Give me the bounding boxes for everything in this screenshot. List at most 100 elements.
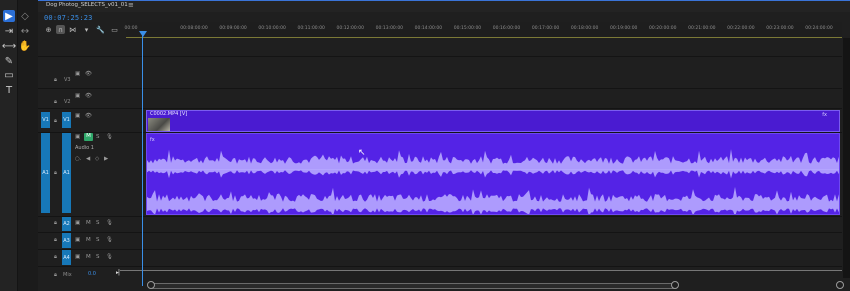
solo-button[interactable]: S: [96, 220, 100, 226]
solo-button[interactable]: S: [96, 254, 100, 260]
track-separator: [38, 266, 842, 267]
vertical-scroll-handle[interactable]: [836, 281, 844, 289]
hamburger-menu-icon[interactable]: ≡: [128, 1, 134, 9]
selection-tool-icon[interactable]: ▶: [3, 10, 15, 22]
lock-icon[interactable]: 🔒︎: [54, 170, 57, 177]
scroll-handle-right[interactable]: [671, 281, 679, 289]
captions-icon[interactable]: ▭: [110, 25, 119, 34]
sync-lock-icon[interactable]: ▣: [75, 93, 80, 99]
eye-icon[interactable]: 👁︎: [85, 71, 92, 77]
mix-volume-value[interactable]: 0.0: [88, 271, 96, 277]
ruler-tick-label: 00:13:00:00: [375, 26, 404, 31]
playhead-timecode[interactable]: 00:07:25:23: [44, 14, 93, 22]
source-patch-v1[interactable]: V1: [41, 112, 50, 128]
ruler-tick-label: 00:10:00:00: [258, 26, 286, 31]
microphone-icon[interactable]: 🎙︎: [106, 220, 113, 226]
snap-magnet-icon[interactable]: ∩: [56, 25, 65, 34]
solo-button[interactable]: S: [96, 134, 100, 140]
ruler-tick-label: 00:19:00:00: [609, 26, 638, 31]
microphone-icon[interactable]: 🎙︎: [106, 237, 113, 243]
microphone-icon[interactable]: 🎙︎: [106, 254, 113, 260]
track-separator: [38, 216, 842, 217]
track-target-v1[interactable]: V1: [62, 112, 71, 128]
eye-icon[interactable]: 👁︎: [85, 93, 92, 99]
audio-clip[interactable]: fx: [146, 133, 840, 215]
track-separator: [38, 232, 842, 233]
rectangle-tool-icon[interactable]: ▭: [3, 69, 15, 81]
keyframe-options-icon[interactable]: ○.: [75, 156, 82, 162]
track-target-a4[interactable]: A4: [62, 250, 71, 265]
linked-selection-icon[interactable]: ⋈: [68, 25, 77, 34]
lock-icon[interactable]: 🔒︎: [54, 254, 57, 261]
sync-lock-icon[interactable]: ▣: [75, 113, 80, 119]
track-label-mix: Mix: [63, 272, 72, 278]
ruler-tick-label: 00:23:00:00: [766, 26, 794, 31]
ruler-tick-label: 00:11:00:00: [297, 26, 325, 31]
sync-lock-icon[interactable]: ▣: [75, 237, 80, 243]
timeline-settings-wrench-icon[interactable]: 🔧: [96, 25, 105, 34]
razor-tool-icon[interactable]: ◇: [19, 10, 31, 22]
sequence-tab[interactable]: Dog Photog_SELECTS_v01_01: [46, 2, 128, 8]
track-name-a1[interactable]: Audio 1: [75, 145, 94, 151]
ruler-tick-label: 00:15:00:00: [453, 26, 482, 31]
mute-button[interactable]: M: [84, 133, 93, 141]
sync-lock-icon[interactable]: ▣: [75, 254, 80, 260]
ruler-tick-label: 00:08:00:00: [180, 26, 208, 31]
mute-button[interactable]: M: [86, 254, 91, 260]
mute-button[interactable]: M: [86, 220, 91, 226]
sync-lock-icon[interactable]: ▣: [75, 134, 80, 140]
ruler-tick-label: 00:12:00:00: [336, 26, 364, 31]
track-target-a3[interactable]: A3: [62, 233, 71, 248]
timeline-zoom-scrollbar[interactable]: [150, 283, 676, 289]
ruler-tick-label: 00:21:00:00: [688, 26, 716, 31]
source-patch-a1[interactable]: A1: [41, 133, 50, 213]
solo-button[interactable]: S: [96, 237, 100, 243]
video-clip[interactable]: C0002.MP4 [V] fx: [146, 110, 840, 132]
track-select-tool-icon[interactable]: ⇥: [3, 25, 15, 37]
ruler-tick-label: 00:14:00:00: [414, 26, 443, 31]
mute-button[interactable]: M: [86, 237, 91, 243]
ruler-tick-label: 00:20:00:00: [649, 26, 677, 31]
lock-icon[interactable]: 🔒︎: [54, 237, 57, 244]
type-tool-icon[interactable]: T: [3, 84, 15, 96]
lock-icon[interactable]: 🔒︎: [54, 272, 57, 279]
mouse-cursor-icon: ↖: [358, 148, 366, 158]
microphone-icon[interactable]: 🎙︎: [106, 134, 113, 140]
playhead-handle[interactable]: [139, 31, 147, 37]
sync-lock-icon[interactable]: ▣: [75, 220, 80, 226]
track-label-v3: V3: [64, 77, 71, 83]
track-separator: [38, 108, 842, 109]
vertical-scrollbar[interactable]: [843, 38, 850, 278]
eye-icon[interactable]: 👁︎: [85, 113, 92, 119]
lock-icon[interactable]: 🔒︎: [54, 77, 57, 84]
slip-tool-icon[interactable]: ↔: [19, 25, 31, 37]
track-separator: [38, 56, 842, 57]
ruler-tick-label: 00:22:00:00: [727, 26, 755, 31]
prev-keyframe-icon[interactable]: ◀: [86, 156, 90, 162]
playhead-line[interactable]: [142, 31, 143, 286]
time-ruler[interactable]: 00:00 00:08:00:00 00:09:00:00 00:10:00:00 00…: [125, 22, 842, 38]
track-separator: [38, 249, 842, 250]
ruler-tick-label: 00:24:00:00: [805, 26, 833, 31]
hand-tool-icon[interactable]: ✋: [19, 40, 31, 52]
ruler-tick-label: 00:18:00:00: [570, 26, 599, 31]
track-label-v2: V2: [64, 99, 71, 105]
lock-icon[interactable]: 🔒︎: [54, 118, 57, 125]
pen-tool-icon[interactable]: ✎: [3, 55, 15, 67]
add-keyframe-icon[interactable]: ◇: [95, 156, 99, 162]
add-marker-icon[interactable]: ▾: [82, 25, 91, 34]
ripple-edit-tool-icon[interactable]: ⟷: [2, 40, 16, 52]
track-target-a2[interactable]: A2: [62, 217, 71, 231]
insert-sequence-nest-icon[interactable]: ⊕: [44, 25, 53, 34]
sequence-tab-bar: Dog Photog_SELECTS_v01_01 ≡: [38, 0, 850, 12]
next-keyframe-icon[interactable]: ▶: [104, 156, 108, 162]
lock-icon[interactable]: 🔒︎: [54, 99, 57, 106]
work-area-bar[interactable]: [126, 37, 842, 38]
track-target-a1[interactable]: A1: [62, 133, 71, 213]
mix-track-line: [120, 270, 842, 271]
clip-label: C0002.MP4 [V]: [150, 111, 188, 117]
fx-badge: fx: [822, 112, 827, 118]
lock-icon[interactable]: 🔒︎: [54, 220, 57, 227]
sync-lock-icon[interactable]: ▣: [75, 71, 80, 77]
scroll-handle-left[interactable]: [147, 281, 155, 289]
